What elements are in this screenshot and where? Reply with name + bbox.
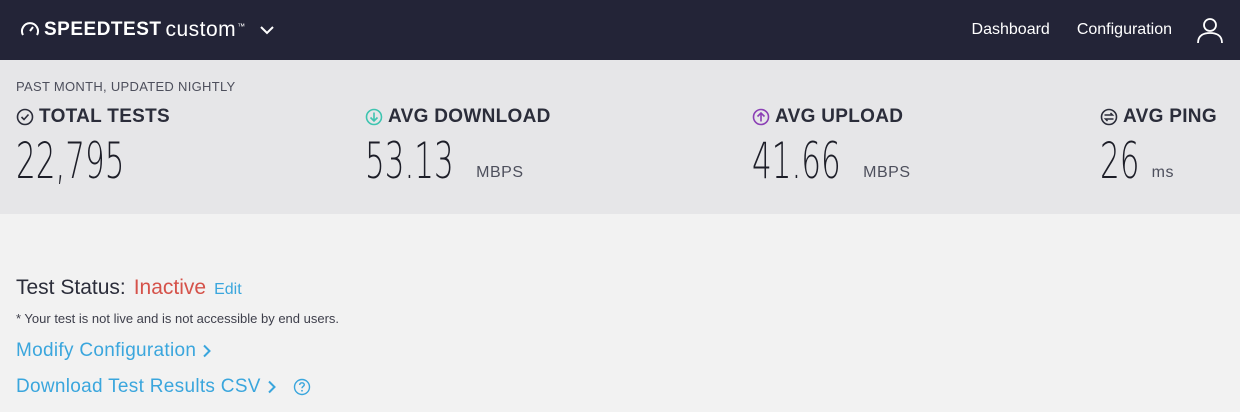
metric-avg-upload: AVG UPLOAD 41.66 MBPS (752, 106, 911, 190)
chevron-right-icon (268, 380, 276, 394)
metric-label: TOTAL TESTS (39, 106, 171, 127)
speedometer-icon (20, 20, 40, 40)
status-value: Inactive (133, 276, 207, 299)
metric-label: AVG DOWNLOAD (388, 106, 551, 127)
metric-value: 41.66 (752, 132, 841, 190)
help-icon[interactable] (287, 378, 311, 396)
metric-value: 22,795 (16, 132, 125, 190)
download-arrow-icon (365, 108, 383, 126)
metric-avg-ping: AVG PING 26 ms (1100, 106, 1217, 190)
metric-unit: ms (1151, 164, 1174, 181)
brand-logo[interactable]: SPEEDTEST custom ™ (20, 18, 275, 42)
modify-configuration-link[interactable]: Modify Configuration (16, 340, 1224, 362)
user-icon[interactable] (1196, 16, 1224, 44)
nav-configuration[interactable]: Configuration (1077, 21, 1172, 39)
ping-icon (1100, 108, 1118, 126)
edit-status-link[interactable]: Edit (214, 281, 242, 299)
metric-total-tests: TOTAL TESTS 22,795 (16, 106, 191, 190)
test-status: Test Status: Inactive Edit (16, 276, 1224, 300)
metric-unit: MBPS (476, 164, 524, 181)
status-section: Test Status: Inactive Edit * Your test i… (0, 214, 1240, 398)
metric-avg-download: AVG DOWNLOAD 53.13 MBPS (365, 106, 551, 190)
metric-label: AVG UPLOAD (775, 106, 904, 127)
status-note: * Your test is not live and is not acces… (16, 311, 340, 326)
stats-panel: PAST MONTH, UPDATED NIGHTLY TOTAL TESTS … (0, 60, 1240, 214)
download-csv-link[interactable]: Download Test Results CSV (16, 376, 1224, 398)
metric-unit: MBPS (863, 164, 911, 181)
metric-value: 26 (1100, 132, 1140, 190)
nav-dashboard[interactable]: Dashboard (972, 21, 1050, 39)
brand-name: SPEEDTEST (44, 19, 162, 40)
upload-arrow-icon (752, 108, 770, 126)
brand-suffix: custom (165, 18, 237, 41)
status-label: Test Status: (16, 276, 126, 299)
download-csv-label: Download Test Results CSV (16, 376, 261, 397)
chevron-down-icon[interactable] (259, 25, 275, 35)
brand-trademark: ™ (237, 21, 246, 31)
chevron-right-icon (203, 344, 212, 358)
check-circle-icon (16, 108, 34, 126)
modify-configuration-label: Modify Configuration (16, 340, 197, 361)
top-navigation-bar: SPEEDTEST custom ™ Dashboard Configurati… (0, 0, 1240, 60)
metric-label: AVG PING (1123, 106, 1217, 127)
period-label: PAST MONTH, UPDATED NIGHTLY (16, 79, 236, 94)
metric-value: 53.13 (365, 132, 454, 190)
main-nav: Dashboard Configuration (945, 16, 1224, 44)
